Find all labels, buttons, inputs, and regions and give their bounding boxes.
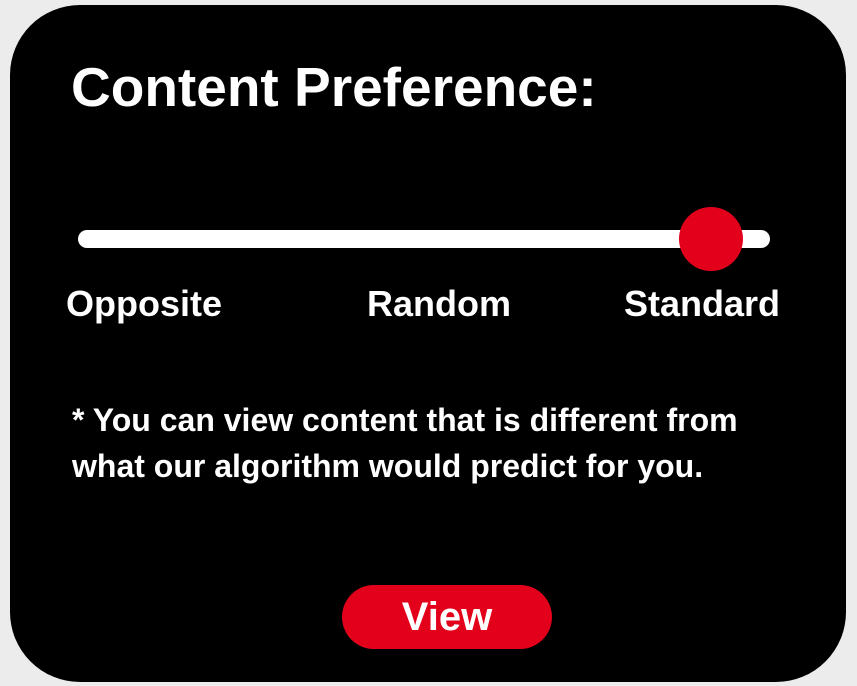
slider-track[interactable] [78,230,770,248]
slider-thumb[interactable] [679,207,744,271]
slider-label-random: Random [367,283,511,324]
slider-label-opposite: Opposite [66,283,223,324]
content-preference-slider[interactable] [78,197,770,271]
view-button[interactable]: View [342,585,552,649]
content-preference-panel: Content Preference: Opposite Random Stan… [10,5,846,682]
slider-label-standard: Standard [624,283,781,324]
page-title: Content Preference: [71,56,597,118]
info-note: * You can view content that is different… [72,402,738,484]
